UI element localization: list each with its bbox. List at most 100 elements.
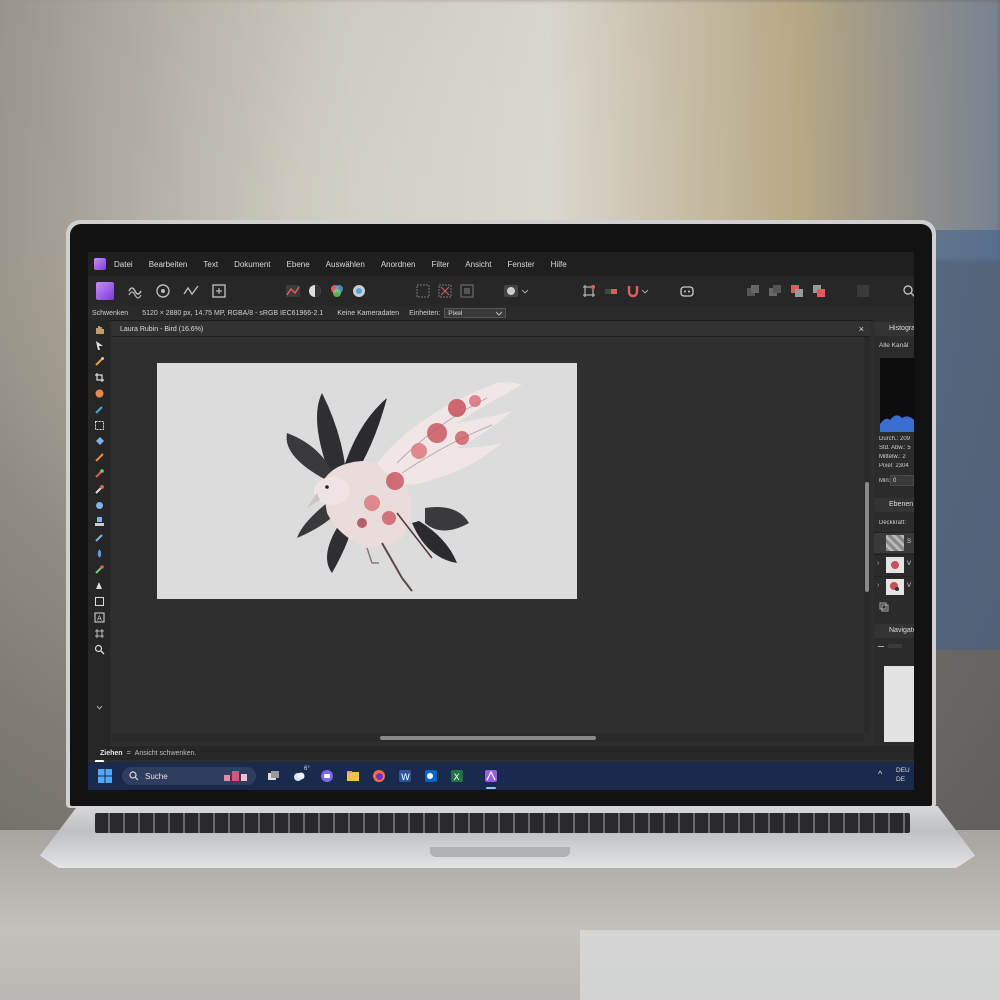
auto-white-balance-icon[interactable] — [350, 282, 368, 300]
language-indicator[interactable]: DEU DE — [896, 766, 910, 784]
tools-panel: A — [88, 320, 110, 768]
excel-icon[interactable]: X — [450, 769, 464, 783]
mesh-warp-tool-icon[interactable] — [94, 628, 105, 639]
menu-auswaehlen[interactable]: Auswählen — [326, 260, 365, 269]
auto-colors-icon[interactable] — [328, 282, 346, 300]
histogram-std-dev: Std. Abw.: 5 — [879, 445, 911, 451]
selection-intersect-icon[interactable] — [458, 282, 476, 300]
document-artboard[interactable] — [157, 363, 577, 599]
selection-subtract-icon[interactable] — [436, 282, 454, 300]
menu-ansicht[interactable]: Ansicht — [465, 260, 491, 269]
menu-hilfe[interactable]: Hilfe — [551, 260, 567, 269]
histogram-min-input[interactable]: 0 — [890, 475, 914, 486]
flood-fill-tool-icon[interactable] — [94, 436, 105, 447]
histogram-graph — [880, 358, 914, 432]
erase-brush-tool-icon[interactable] — [94, 468, 105, 479]
horizontal-scrollbar-thumb[interactable] — [380, 736, 596, 740]
hand-tool-icon[interactable] — [94, 324, 105, 335]
histogram-channel-select[interactable]: Alle Kanäl — [879, 342, 914, 349]
menu-filter[interactable]: Filter — [432, 260, 450, 269]
outlook-icon[interactable] — [424, 769, 438, 783]
export-persona-icon[interactable] — [210, 282, 228, 300]
arrange-forward-icon[interactable] — [788, 282, 806, 300]
menu-anordnen[interactable]: Anordnen — [381, 260, 416, 269]
selection-add-icon[interactable] — [414, 282, 432, 300]
affinity-photo-taskbar-icon[interactable] — [484, 769, 498, 783]
color-picker-tool-icon[interactable] — [94, 356, 105, 367]
red-eye-tool-icon[interactable] — [94, 564, 105, 575]
task-view-icon[interactable] — [266, 769, 280, 783]
status-description: Ansicht schwenken. — [134, 749, 197, 757]
vertical-scrollbar[interactable] — [864, 337, 870, 733]
histogram-panel-title[interactable]: Histogra — [874, 322, 914, 336]
tone-mapping-persona-icon[interactable] — [182, 282, 200, 300]
expand-layer-chevron-icon[interactable]: › — [877, 582, 879, 589]
zoom-slider[interactable] — [888, 644, 902, 648]
word-icon[interactable]: W — [398, 769, 412, 783]
teams-chat-icon[interactable] — [320, 769, 334, 783]
snapping-icon[interactable] — [580, 282, 598, 300]
insert-target-icon[interactable] — [854, 282, 872, 300]
layer-row[interactable]: › V — [874, 554, 914, 575]
layer-row[interactable]: › V — [874, 576, 914, 597]
quick-mask-icon[interactable] — [502, 282, 520, 300]
expand-layer-chevron-icon[interactable]: › — [877, 560, 879, 567]
rectangle-tool-icon[interactable] — [94, 596, 105, 607]
weather-temperature: 6° — [304, 766, 310, 772]
arrange-backward-icon[interactable] — [766, 282, 784, 300]
search-toolbar-icon[interactable] — [900, 282, 914, 300]
liquify-persona-icon[interactable] — [126, 282, 144, 300]
arrange-front-icon[interactable] — [810, 282, 828, 300]
affinity-photo-logo-icon[interactable] — [94, 258, 106, 270]
canvas-area[interactable] — [112, 337, 864, 733]
develop-persona-icon[interactable] — [154, 282, 172, 300]
vertical-scrollbar-thumb[interactable] — [865, 482, 869, 592]
move-tool-icon[interactable] — [94, 340, 105, 351]
zoom-tool-icon[interactable] — [94, 644, 105, 655]
arrange-back-icon[interactable] — [744, 282, 762, 300]
marquee-tool-icon[interactable] — [94, 420, 105, 431]
layer-options-icon[interactable] — [879, 602, 889, 612]
units-select[interactable]: Pixel — [444, 308, 507, 318]
pen-tool-icon[interactable] — [94, 580, 105, 591]
clone-brush-tool-icon[interactable] — [94, 516, 105, 527]
auto-levels-icon[interactable] — [284, 282, 302, 300]
menu-bearbeiten[interactable]: Bearbeiten — [149, 260, 188, 269]
paint-brush-tool-icon[interactable] — [94, 388, 105, 399]
windows-start-icon[interactable] — [98, 769, 112, 783]
auto-contrast-icon[interactable] — [306, 282, 324, 300]
close-document-icon[interactable]: × — [859, 324, 864, 334]
tray-chevron-up-icon[interactable]: ^ — [878, 769, 882, 779]
selection-brush-tool-icon[interactable] — [94, 404, 105, 415]
navigator-panel-title[interactable]: Navigato — [874, 624, 914, 638]
photo-persona-icon[interactable] — [96, 282, 114, 300]
smudge-brush-tool-icon[interactable] — [94, 548, 105, 559]
menu-ebene[interactable]: Ebene — [287, 260, 310, 269]
horizontal-scrollbar[interactable] — [112, 734, 864, 742]
menu-text[interactable]: Text — [203, 260, 218, 269]
firefox-icon[interactable] — [372, 769, 386, 783]
layers-panel-title[interactable]: Ebenen — [874, 498, 914, 512]
file-explorer-icon[interactable] — [346, 769, 360, 783]
crop-tool-icon[interactable] — [94, 372, 105, 383]
gradient-tool-icon[interactable] — [94, 452, 105, 463]
menu-dokument[interactable]: Dokument — [234, 260, 270, 269]
text-tool-icon[interactable]: A — [94, 612, 105, 623]
snapping-toggle-icon[interactable] — [602, 282, 620, 300]
document-tab-title[interactable]: Laura Rubin - Bird (16.6%) — [120, 326, 203, 333]
menu-fenster[interactable]: Fenster — [508, 260, 535, 269]
layer-row[interactable]: S — [874, 532, 914, 553]
menu-datei[interactable]: Datei — [114, 260, 133, 269]
dodge-brush-tool-icon[interactable] — [94, 484, 105, 495]
zoom-blur-tool-icon[interactable] — [94, 500, 105, 511]
assistant-icon[interactable] — [678, 282, 696, 300]
opacity-label: Deckkraft: — [879, 520, 907, 526]
taskbar-search[interactable]: Suche — [122, 767, 256, 785]
navigator-preview[interactable] — [884, 666, 914, 742]
snapping-dropdown-icon[interactable] — [640, 282, 650, 300]
zoom-out-icon[interactable] — [878, 646, 884, 647]
quick-mask-dropdown-icon[interactable] — [520, 282, 530, 300]
healing-brush-tool-icon[interactable] — [94, 532, 105, 543]
swap-colors-icon[interactable] — [94, 702, 105, 713]
status-separator: = — [126, 749, 131, 757]
